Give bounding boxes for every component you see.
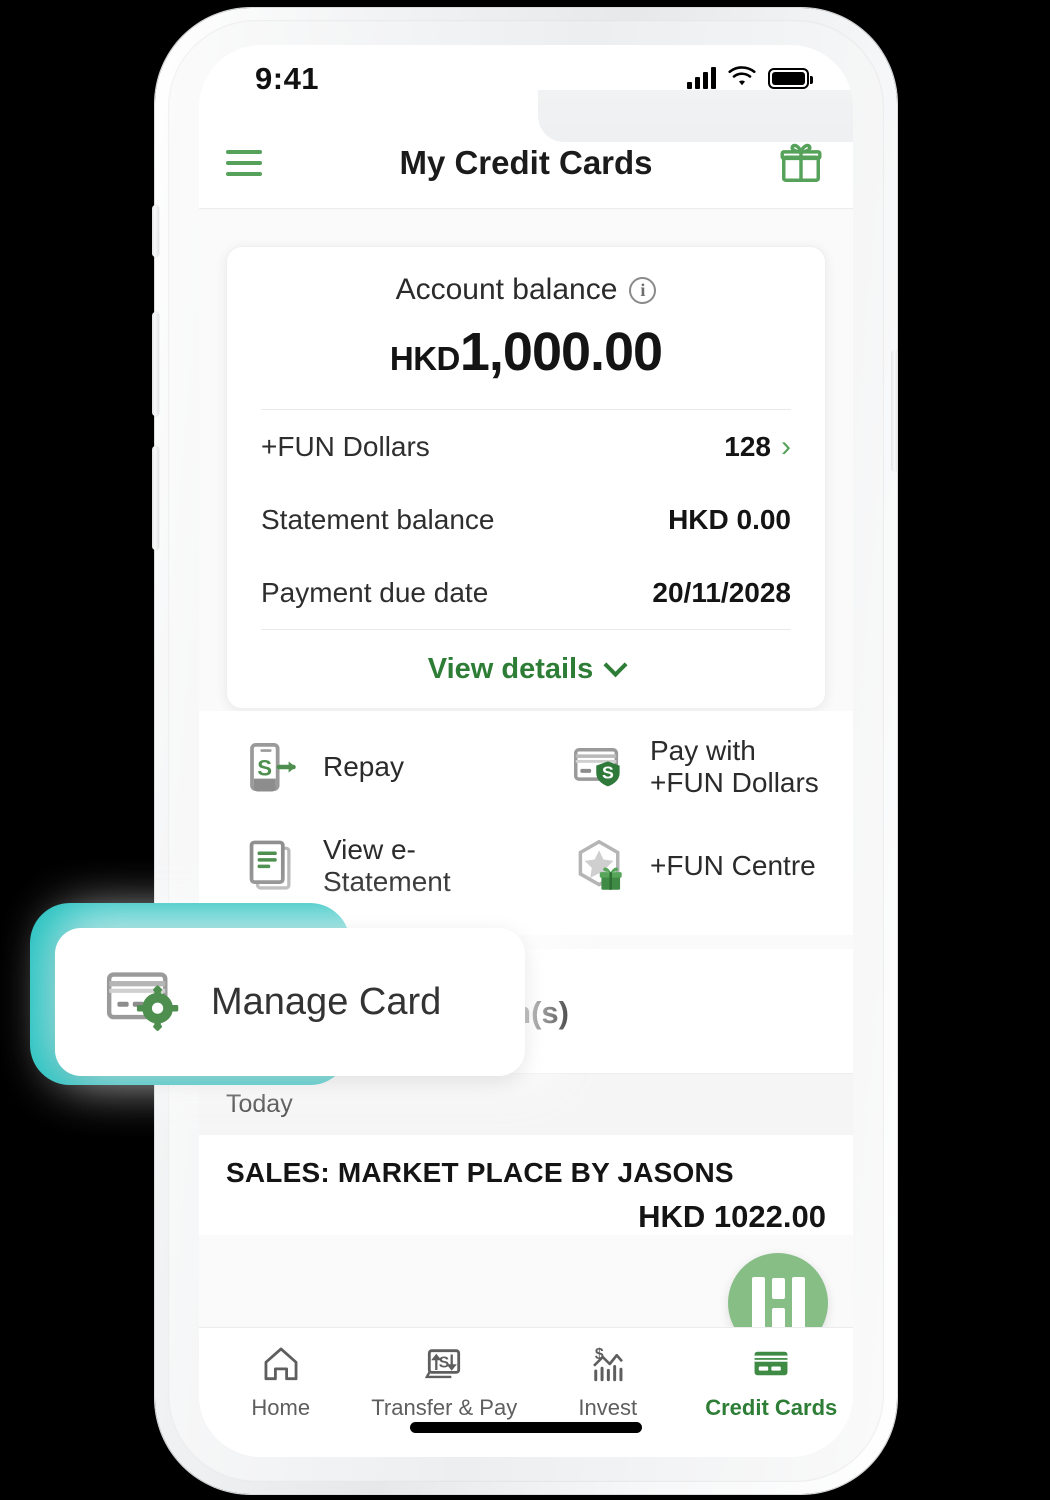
fun-dollars-value-group: 128 › bbox=[724, 431, 791, 463]
estmt-line1: View e- bbox=[323, 833, 416, 865]
balance-currency: HKD bbox=[389, 340, 461, 377]
quick-action-view-e-statement[interactable]: View e- Statement bbox=[199, 834, 526, 899]
fun-dollars-label: +FUN Dollars bbox=[261, 430, 430, 462]
home-indicator bbox=[410, 1422, 642, 1433]
tab-invest[interactable]: $ Invest bbox=[526, 1328, 690, 1457]
cellular-signal-icon bbox=[687, 66, 716, 89]
silent-switch-button[interactable] bbox=[152, 205, 159, 257]
credit-card-icon bbox=[754, 1351, 788, 1375]
screenshot-root: 9:41 My Credit Cards Account balance i H… bbox=[0, 0, 1050, 1500]
estmt-line2: Statement bbox=[323, 866, 451, 898]
transaction-row[interactable]: SALES: MARKET PLACE BY JASONS HKD 1022.0… bbox=[199, 1135, 853, 1235]
hsbc-hexagon-icon bbox=[751, 1277, 805, 1329]
quick-action-fun-centre[interactable]: +FUN Centre bbox=[526, 834, 853, 899]
fun-dollars-value: 128 bbox=[724, 430, 771, 462]
invest-chart-icon: $ bbox=[592, 1345, 623, 1381]
svg-text:S: S bbox=[257, 756, 272, 781]
card-gear-icon bbox=[106, 972, 179, 1031]
wifi-icon bbox=[728, 66, 756, 86]
quick-action-pay-with-fun-dollars-label: Pay with +FUN Dollars bbox=[650, 735, 819, 800]
balance-title: Account balance bbox=[395, 273, 618, 306]
payment-due-date-value: 20/11/2028 bbox=[652, 576, 791, 608]
row-payment-due-date: Payment due date 20/11/2028 bbox=[261, 556, 791, 629]
balance-value: 1,000.00 bbox=[459, 322, 663, 382]
transaction-name: SALES: MARKET PLACE BY JASONS bbox=[226, 1157, 734, 1188]
account-balance-card: Account balance i HKD1,000.00 +FUN Dolla… bbox=[226, 246, 826, 709]
phone-screen: 9:41 My Credit Cards Account balance i H… bbox=[199, 45, 853, 1457]
view-details-label: View details bbox=[427, 652, 594, 685]
row-statement-balance: Statement balance HKD 0.00 bbox=[261, 483, 791, 556]
transaction-amount: HKD 1022.00 bbox=[638, 1199, 826, 1234]
balance-title-row: Account balance i bbox=[261, 273, 791, 307]
tab-transfer-pay-label: Transfer & Pay bbox=[371, 1394, 518, 1420]
svg-text:S: S bbox=[439, 1354, 450, 1371]
manage-card-button[interactable]: Manage Card bbox=[55, 928, 525, 1076]
pay-fun-line2: +FUN Dollars bbox=[650, 767, 819, 799]
quick-action-repay-label: Repay bbox=[323, 751, 404, 783]
status-bar: 9:41 bbox=[199, 45, 853, 117]
info-icon[interactable]: i bbox=[629, 276, 657, 304]
chevron-down-icon bbox=[603, 652, 628, 677]
quick-action-repay[interactable]: S Repay bbox=[199, 735, 526, 800]
payment-due-date-label: Payment due date bbox=[261, 576, 489, 608]
home-icon bbox=[264, 1347, 298, 1380]
battery-full-icon bbox=[768, 68, 813, 89]
gift-icon[interactable] bbox=[777, 140, 825, 186]
page-title: My Credit Cards bbox=[399, 143, 653, 181]
quick-action-fun-centre-label: +FUN Centre bbox=[650, 850, 816, 882]
document-statement-icon bbox=[249, 840, 291, 890]
status-time: 9:41 bbox=[255, 61, 320, 96]
tab-credit-cards-label: Credit Cards bbox=[705, 1394, 838, 1420]
tab-invest-label: Invest bbox=[578, 1394, 638, 1420]
statement-balance-value: HKD 0.00 bbox=[668, 503, 791, 535]
repay-phone-dollar-icon: S bbox=[250, 743, 296, 792]
star-gift-badge-icon bbox=[578, 840, 622, 891]
statement-balance-label: Statement balance bbox=[261, 503, 495, 535]
volume-down-button[interactable] bbox=[152, 446, 159, 550]
power-button[interactable] bbox=[891, 350, 898, 472]
quick-action-pay-with-fun-dollars[interactable]: S Pay with +FUN Dollars bbox=[526, 735, 853, 800]
tab-home[interactable]: Home bbox=[199, 1328, 363, 1457]
tab-credit-cards[interactable]: Credit Cards bbox=[690, 1328, 854, 1457]
volume-up-button[interactable] bbox=[152, 312, 159, 416]
row-fun-dollars[interactable]: +FUN Dollars 128 › bbox=[261, 410, 791, 483]
transfer-pay-icon: S bbox=[425, 1348, 461, 1378]
pay-fun-line1: Pay with bbox=[650, 735, 756, 766]
status-indicators bbox=[687, 66, 813, 89]
manage-card-label: Manage Card bbox=[211, 980, 442, 1023]
tab-home-label: Home bbox=[251, 1394, 311, 1420]
page-body: Account balance i HKD1,000.00 +FUN Dolla… bbox=[199, 209, 853, 1457]
quick-action-view-e-statement-label: View e- Statement bbox=[323, 834, 451, 899]
bottom-navigation: Home S Transfer & Pay $ Invest Credit Ca… bbox=[199, 1327, 853, 1457]
quick-actions-grid: S Repay S Pay with +FUN Dollars View e- … bbox=[199, 711, 853, 935]
view-details-button[interactable]: View details bbox=[261, 630, 791, 708]
tab-transfer-pay[interactable]: S Transfer & Pay bbox=[363, 1328, 527, 1457]
svg-text:S: S bbox=[602, 763, 614, 783]
chevron-right-icon[interactable]: › bbox=[781, 431, 791, 462]
balance-amount: HKD1,000.00 bbox=[261, 321, 791, 383]
card-dollar-shield-icon: S bbox=[573, 748, 620, 787]
